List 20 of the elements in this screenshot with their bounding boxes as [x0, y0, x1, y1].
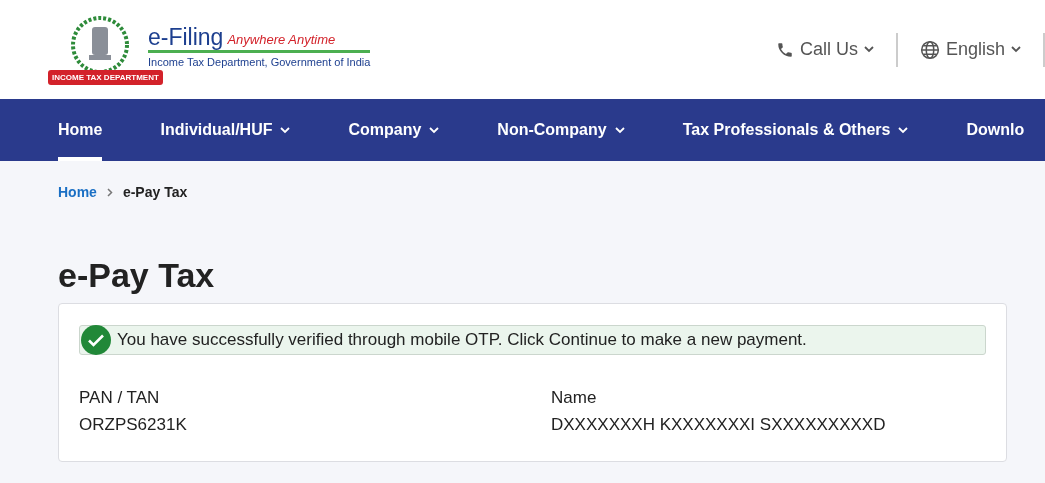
nav-tab[interactable]: Home [58, 99, 103, 161]
page-title: e-Pay Tax [58, 255, 216, 295]
call-us-dropdown[interactable]: Call Us [753, 32, 896, 67]
nav-tab[interactable]: Individual/HUF [160, 99, 291, 161]
ribbon-text: INCOME TAX DEPARTMENT [48, 69, 163, 85]
brand-name: e-Filing [148, 25, 224, 49]
nav-tab[interactable]: Tax Professionals & Others [682, 99, 909, 161]
logo-subtitle: Income Tax Department, Government of India [148, 56, 371, 68]
tagline: Anywhere Anytime [227, 32, 336, 47]
field-label: Name [551, 388, 598, 408]
nav-tab[interactable]: Downlo [966, 99, 1025, 161]
field-value: DXXXXXXXH KXXXXXXXI SXXXXXXXXXD [551, 415, 887, 435]
breadcrumb-link[interactable]: Home [58, 184, 97, 200]
field-label: PAN / TAN [79, 388, 161, 408]
alert-message: You have successfully verified through mobile OTP. Click Continue to make a new payment. [117, 330, 807, 350]
nav-tab[interactable]: Non-Company [497, 99, 625, 161]
nav-tab[interactable]: Company [348, 99, 440, 161]
breadcrumb-current: e-Pay Tax [122, 184, 188, 200]
language-dropdown[interactable]: English [897, 32, 1043, 67]
field-value: ORZPS6231K [79, 415, 188, 435]
